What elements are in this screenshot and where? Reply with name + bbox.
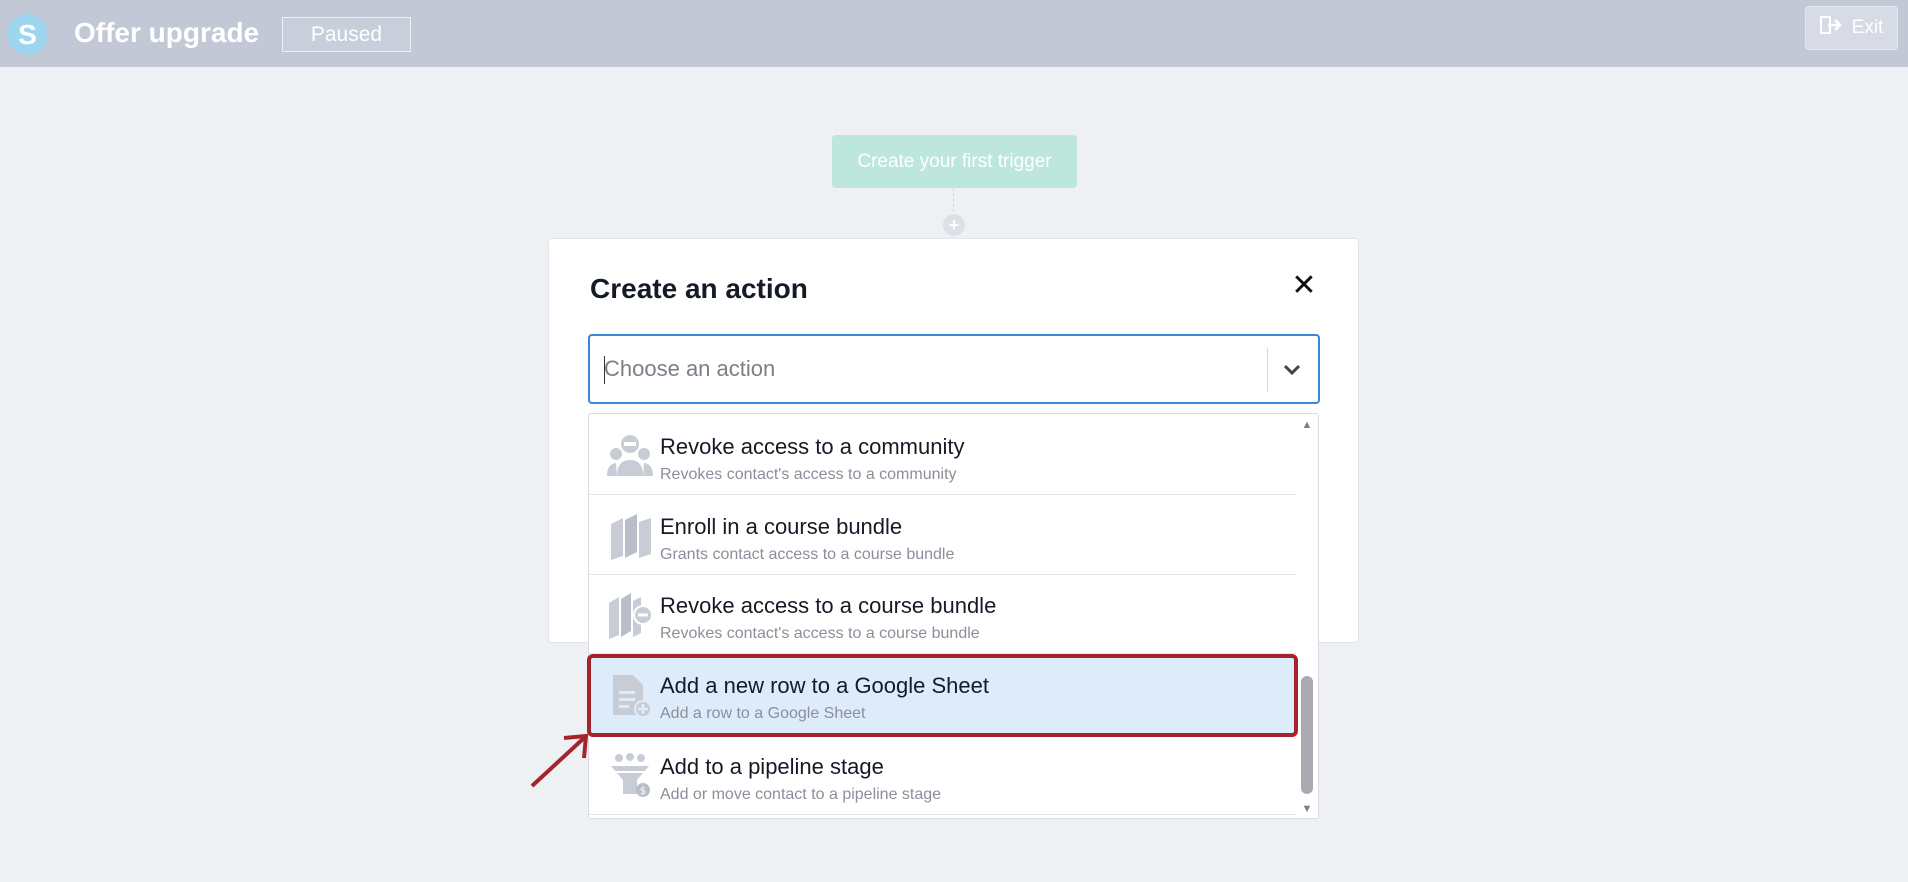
pipeline-stage-icon: $ bbox=[607, 752, 653, 800]
option-description: Grants contact access to a course bundle bbox=[660, 546, 955, 563]
scrollbar-thumb[interactable] bbox=[1301, 676, 1313, 794]
top-bar: S Offer upgrade Paused Exit bbox=[0, 0, 1908, 67]
create-trigger-button[interactable]: Create your first trigger bbox=[832, 135, 1077, 188]
flow-connector bbox=[953, 188, 954, 212]
action-options-list[interactable]: Revoke access to a community Revokes con… bbox=[588, 413, 1319, 819]
course-bundle-icon bbox=[607, 512, 653, 560]
option-description: Add or move contact to a pipeline stage bbox=[660, 786, 942, 803]
action-search-input[interactable] bbox=[604, 348, 1244, 390]
highlight-annotation bbox=[587, 654, 1298, 737]
chevron-down-icon[interactable] bbox=[1280, 356, 1304, 384]
status-badge[interactable]: Paused bbox=[282, 17, 411, 52]
annotation-arrow-icon bbox=[528, 730, 592, 790]
option-title: Enroll in a course bundle bbox=[660, 514, 903, 539]
course-bundle-revoke-icon bbox=[607, 591, 653, 639]
community-revoke-icon bbox=[607, 432, 653, 480]
exit-label: Exit bbox=[1851, 17, 1884, 38]
option-description: Revokes contact's access to a course bun… bbox=[660, 625, 980, 642]
app-logo[interactable]: S bbox=[7, 14, 48, 55]
list-item[interactable]: Revoke access to a course bundle Revokes… bbox=[589, 575, 1298, 654]
list-item[interactable]: Enroll in a course bundle Grants contact… bbox=[589, 496, 1298, 575]
close-icon[interactable]: ✕ bbox=[1290, 271, 1318, 301]
page-title: Offer upgrade bbox=[74, 17, 260, 48]
list-item[interactable]: $ Add to a pipeline stage Add or move co… bbox=[589, 736, 1298, 815]
list-item[interactable]: Revoke access to a community Revokes con… bbox=[589, 416, 1298, 495]
select-divider bbox=[1267, 348, 1268, 392]
list-scrollbar[interactable]: ▲ ▼ bbox=[1296, 414, 1318, 818]
scroll-down-icon[interactable]: ▼ bbox=[1301, 803, 1313, 815]
option-description: Revokes contact's access to a community bbox=[660, 466, 957, 483]
action-select[interactable] bbox=[588, 334, 1320, 404]
scroll-up-icon[interactable]: ▲ bbox=[1301, 419, 1313, 431]
option-title: Revoke access to a course bundle bbox=[660, 593, 997, 618]
option-title: Add to a pipeline stage bbox=[660, 754, 884, 779]
add-step-icon[interactable]: + bbox=[943, 214, 965, 236]
text-caret bbox=[604, 356, 605, 384]
exit-button[interactable]: Exit bbox=[1805, 6, 1898, 50]
svg-text:$: $ bbox=[640, 786, 646, 797]
modal-title: Create an action bbox=[590, 273, 808, 304]
exit-icon bbox=[1819, 16, 1842, 40]
option-title: Revoke access to a community bbox=[660, 434, 965, 459]
